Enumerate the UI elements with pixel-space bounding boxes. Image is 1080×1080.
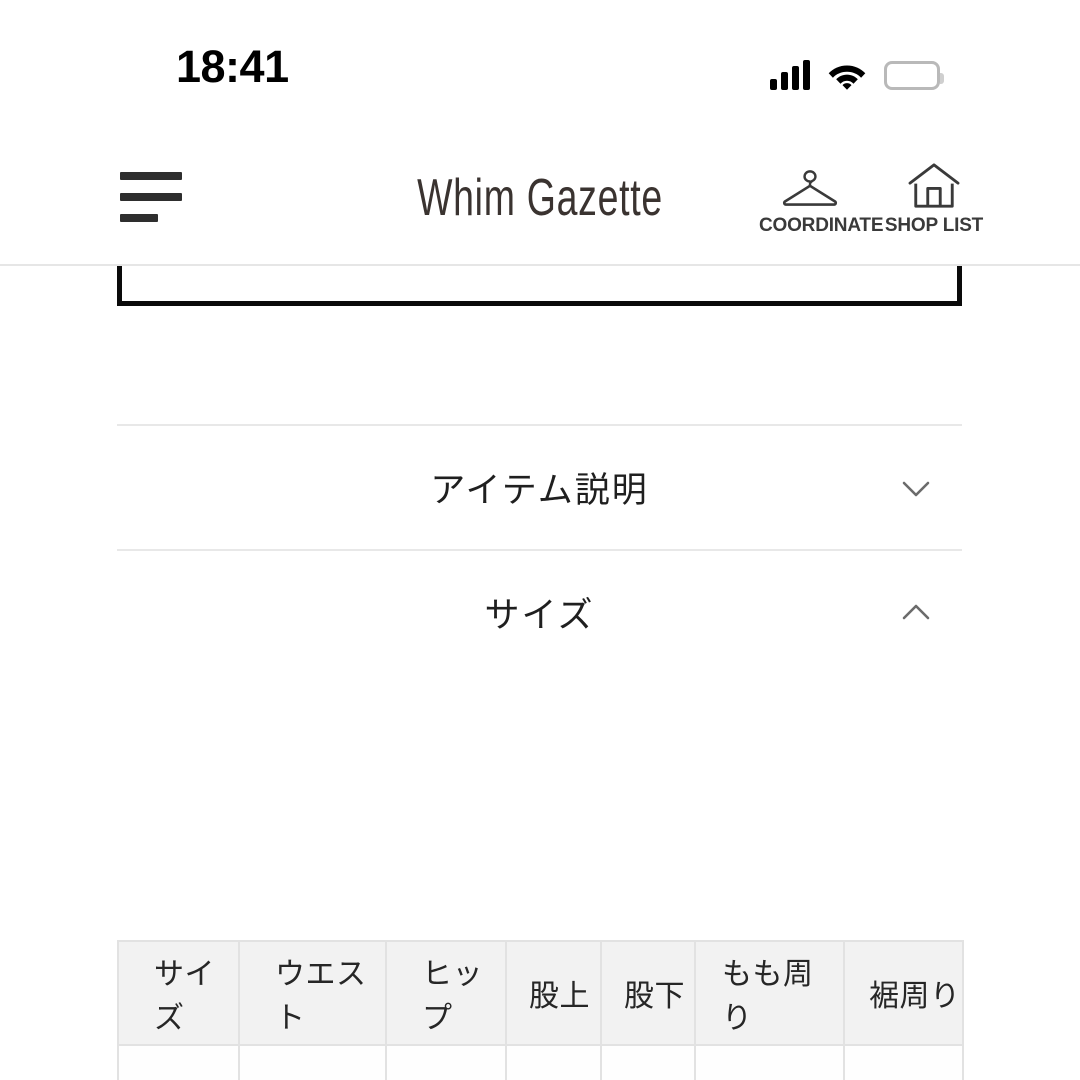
table-cell: 26 (117, 1044, 240, 1080)
size-table-header-cell: ウエスト (238, 940, 387, 1046)
accordion-item-size-label: サイズ (484, 596, 595, 636)
size-table: サイズ ウエスト ヒップ 股上 股下 もも周り 裾周り 26 68 88 31 (117, 940, 964, 1080)
accordion-item-size[interactable]: サイズ (117, 549, 962, 674)
size-table-header-cell: 股下 (600, 940, 696, 1046)
chevron-up-icon[interactable] (892, 589, 940, 637)
accordion-list: アイテム説明 サイズ (117, 424, 962, 674)
table-cell: 31 (505, 1044, 602, 1080)
accordion-item-description-label: アイテム説明 (430, 471, 649, 511)
size-table-header-cell: 裾周り (843, 940, 964, 1046)
app-header: Whim Gazette COORDINATE SHOP LIST (0, 132, 1080, 266)
table-cell: 68 (238, 1044, 387, 1080)
size-table-header-cell: サイズ (117, 940, 240, 1046)
size-table-header-cell: もも周り (694, 940, 845, 1046)
table-cell: 74 (600, 1044, 696, 1080)
status-bar-time: 18:41 (176, 41, 289, 92)
wifi-icon (827, 60, 867, 90)
chevron-down-icon[interactable] (892, 464, 940, 512)
battery-full-icon (884, 61, 944, 90)
clothes-hanger-icon (759, 154, 861, 210)
accordion-item-description[interactable]: アイテム説明 (117, 424, 962, 549)
table-row: 26 68 88 31 74 56 37 (117, 1044, 964, 1080)
house-icon (883, 154, 985, 210)
header-action-shop-list-label: SHOP LIST (884, 215, 984, 236)
clipped-content-block[interactable]: ▼ (117, 266, 962, 306)
header-action-coordinate-label: COORDINATE (759, 215, 884, 236)
header-action-coordinate[interactable]: COORDINATE (759, 154, 884, 237)
table-cell: 88 (385, 1044, 507, 1080)
status-bar: 18:41 (0, 0, 1080, 132)
header-action-shop-list[interactable]: SHOP LIST (883, 154, 985, 237)
product-detail-body: ▼ アイテム説明 サイズ (0, 266, 1080, 1080)
table-cell: 56 (694, 1044, 845, 1080)
app-screen: 18:41 Whim Gazette COORDINATE SHOP LIST … (0, 0, 1080, 1080)
size-table-header-cell: 股上 (505, 940, 602, 1046)
size-table-container: サイズ ウエスト ヒップ 股上 股下 もも周り 裾周り 26 68 88 31 (117, 940, 964, 1080)
cellular-signal-icon (770, 60, 810, 90)
table-cell: 37 (843, 1044, 964, 1080)
size-table-header-cell: ヒップ (385, 940, 507, 1046)
status-bar-icons (770, 50, 944, 90)
size-table-header-row: サイズ ウエスト ヒップ 股上 股下 もも周り 裾周り (117, 940, 964, 1046)
header-actions: COORDINATE SHOP LIST (759, 154, 985, 237)
